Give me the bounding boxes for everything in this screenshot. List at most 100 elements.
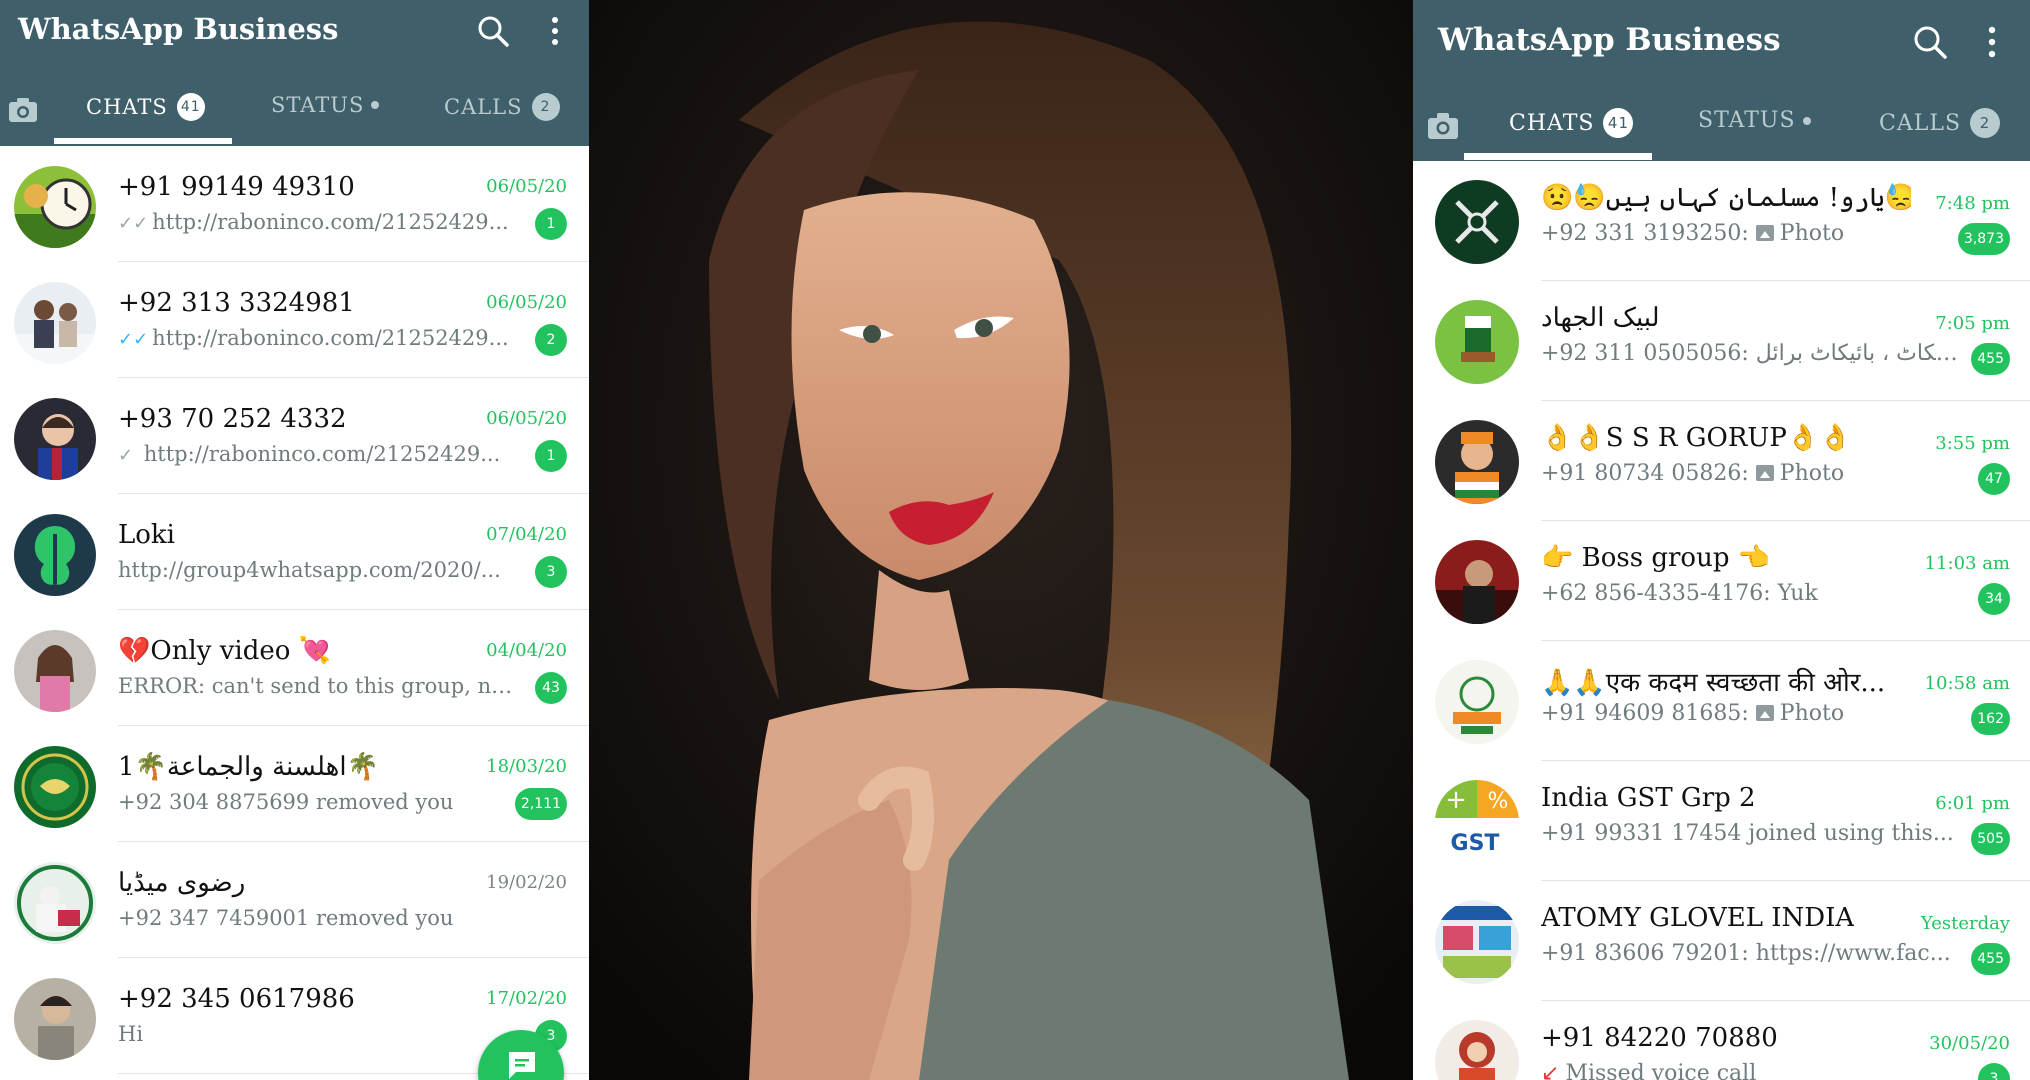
svg-text:GST: GST: [1451, 831, 1500, 856]
chat-message: ✓✓ http://raboninco.com/21252429...: [118, 326, 518, 350]
photo-icon: [1755, 705, 1774, 721]
chat-name: 😟😓یارو! مسلمان کہاں ہیں😓😟: [1541, 183, 1911, 213]
chat-message: +91 99331 17454 joined using this...: [1541, 821, 1954, 846]
chat-date: 10:58 am: [1924, 673, 2010, 694]
chat-message: +92 311 0505056: بائیکاٹ ، بائیکاٹ برائل…: [1541, 341, 1961, 366]
chat-name: 👌👌S S R GORUP👌👌: [1541, 423, 1852, 453]
chat-message: http://group4whatsapp.com/2020/...: [118, 558, 501, 582]
chat-date: 19/02/20: [486, 872, 567, 893]
chat-message: +62 856-4335-4176: Yuk: [1541, 581, 1961, 606]
unread-badge: 3,873: [1957, 223, 2010, 255]
chat-date: 07/04/20: [486, 524, 567, 545]
svg-text:+: +: [1445, 785, 1467, 815]
camera-icon[interactable]: [1427, 112, 1459, 140]
chat-row[interactable]: 👉 Boss group 👈 +62 856-4335-4176: Yuk 11…: [1413, 521, 2030, 641]
unread-badge: 1: [535, 208, 567, 240]
chat-sender: +92 331 3193250:: [1541, 221, 1749, 246]
tab-chats-label: CHATS: [86, 95, 168, 119]
tab-status-label: STATUS: [271, 93, 365, 117]
unread-badge: 455: [1971, 943, 2010, 975]
tab-chats[interactable]: CHATS 41: [86, 93, 205, 121]
chat-message: ↙ Missed voice call: [1541, 1061, 1961, 1080]
avatar: [1435, 540, 1519, 624]
avatar: [14, 630, 96, 712]
left-whatsapp-screen: WhatsApp Business CHATS 41 STATUS CALLS …: [0, 0, 589, 1080]
chat-row[interactable]: +91 84220 70880 ↙ Missed voice call 30/05…: [1413, 1001, 2030, 1080]
avatar: [14, 166, 96, 248]
chat-date: 6:01 pm: [1935, 793, 2010, 814]
unread-badge: 2,111: [514, 788, 567, 820]
chat-name: +91 84220 70880: [1541, 1023, 1778, 1053]
chat-date: 17/02/20: [486, 988, 567, 1009]
photo-icon: [1755, 225, 1774, 241]
tab-chats-label: CHATS: [1509, 110, 1595, 136]
tab-calls[interactable]: CALLS 2: [444, 93, 560, 121]
chat-row[interactable]: Loki http://group4whatsapp.com/2020/... …: [0, 494, 589, 610]
camera-icon[interactable]: [8, 97, 38, 123]
chat-message: Hi: [118, 1022, 144, 1046]
tab-calls-badge: 2: [1970, 108, 2001, 138]
chat-row[interactable]: 💔Only video 💘 ERROR: can't send to this …: [0, 610, 589, 726]
chat-date: 30/05/20: [1929, 1033, 2010, 1054]
chat-message-text: Missed voice call: [1565, 1061, 1757, 1080]
chat-row[interactable]: لبیک الجهاد +92 311 0505056: بائیکاٹ ، ب…: [1413, 281, 2030, 401]
chat-row[interactable]: +93 70 252 4332 ✓ http://raboninco.com/2…: [0, 378, 589, 494]
tab-status[interactable]: STATUS: [271, 93, 380, 117]
chat-message: ✓ http://raboninco.com/21252429...: [118, 442, 518, 466]
tab-chats[interactable]: CHATS 41: [1509, 108, 1634, 138]
unread-badge: 3: [535, 556, 567, 588]
chat-message: +92 304 8875699 removed you: [118, 790, 454, 814]
chat-date: 3:55 pm: [1935, 433, 2010, 454]
tab-status-label: STATUS: [1698, 108, 1796, 133]
tab-status[interactable]: STATUS: [1698, 108, 1811, 133]
unread-badge: 2: [535, 324, 567, 356]
chat-list: 😟😓یارو! مسلمان کہاں ہیں😓😟 +92 331 319325…: [1413, 161, 2030, 1080]
status-dot: [1802, 116, 1811, 125]
unread-badge: 505: [1971, 823, 2010, 855]
chat-row[interactable]: ATOMY GLOVEL INDIA +91 83606 79201: http…: [1413, 881, 2030, 1001]
chat-row[interactable]: رضوی میڈیا +92 347 7459001 removed you 1…: [0, 842, 589, 958]
chat-date: 7:48 pm: [1935, 193, 2010, 214]
chat-row[interactable]: +92 313 3324981 ✓✓ http://raboninco.com/2…: [0, 262, 589, 378]
chat-row[interactable]: 👌👌S S R GORUP👌👌 +91 80734 05826: Photo 3…: [1413, 401, 2030, 521]
chat-date: 18/03/20: [486, 756, 567, 777]
chat-name: لبیک الجهاد: [1541, 303, 1660, 333]
more-options-icon[interactable]: [1985, 24, 1999, 60]
chat-name: 💔Only video 💘: [118, 636, 332, 666]
search-icon[interactable]: [1912, 24, 1948, 60]
chat-row[interactable]: 😟😓یارو! مسلمان کہاں ہیں😓😟 +92 331 319325…: [1413, 161, 2030, 281]
chat-message-text: http://raboninco.com/21252429...: [152, 210, 509, 234]
chat-name: 🙏🙏एक कदम स्वच्छता की ओर...: [1541, 668, 1886, 698]
chat-date: 06/05/20: [486, 176, 567, 197]
chat-row[interactable]: 1🌴اهلسنة والجماعة🌴 +92 304 8875699 remov…: [0, 726, 589, 842]
avatar: [14, 514, 96, 596]
chat-message-text: Photo: [1779, 701, 1845, 726]
chat-name: 👉 Boss group 👈: [1541, 543, 1771, 573]
chat-name: +92 313 3324981: [118, 288, 355, 318]
right-whatsapp-screen: WhatsApp Business CHATS 41 STATUS CALLS …: [1413, 0, 2030, 1080]
avatar: [1435, 180, 1519, 264]
chat-sender: +91 83606 79201:: [1541, 941, 1749, 966]
chat-row[interactable]: 🙏🙏एक कदम स्वच्छता की ओर... +91 94609 816…: [1413, 641, 2030, 761]
chat-row[interactable]: +91 99149 49310 ✓✓ http://raboninco.com/2…: [0, 146, 589, 262]
chat-date: 04/04/20: [486, 640, 567, 661]
chat-sender: +91 80734 05826:: [1541, 461, 1749, 486]
chat-message-text: Photo: [1779, 461, 1845, 486]
chat-sender: +92 311 0505056:: [1541, 341, 1749, 366]
avatar: [14, 746, 96, 828]
chat-message: ERROR: can't send to this group, no...: [118, 674, 518, 698]
tab-calls[interactable]: CALLS 2: [1879, 108, 2001, 138]
chat-name: India GST Grp 2: [1541, 783, 1756, 813]
portrait-photo: [589, 0, 1413, 1080]
chat-message: +91 94609 81685: Photo: [1541, 701, 1961, 726]
chat-row[interactable]: +% GST India GST Grp 2 +91 99331 17454 jo…: [1413, 761, 2030, 881]
single-check-icon: ✓: [118, 445, 134, 466]
tab-chats-badge: 41: [1603, 108, 1634, 138]
chat-message: +91 83606 79201: https://www.fac...: [1541, 941, 1961, 966]
more-options-icon[interactable]: [548, 14, 562, 48]
avatar: [14, 282, 96, 364]
active-tab-indicator: [1464, 153, 1652, 160]
search-icon[interactable]: [476, 14, 510, 48]
chat-date: 7:05 pm: [1935, 313, 2010, 334]
double-check-icon: ✓✓: [118, 213, 149, 234]
